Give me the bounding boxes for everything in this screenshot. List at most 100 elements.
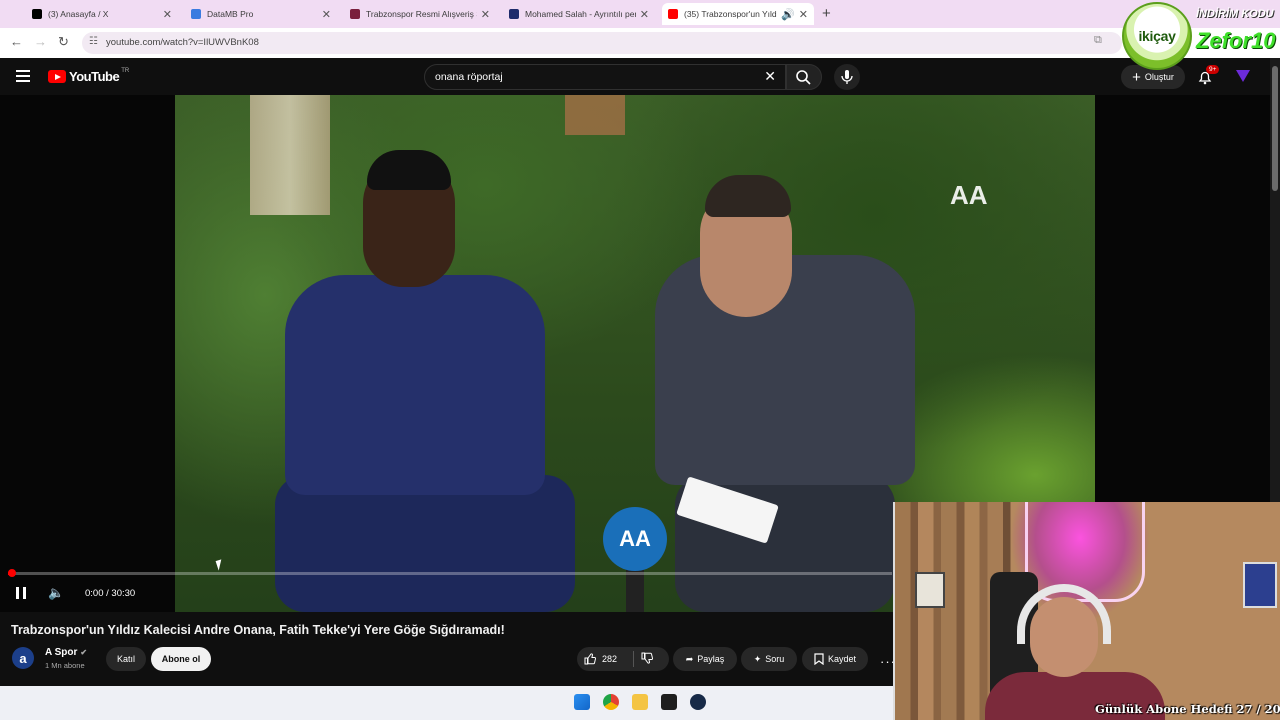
wall-frame [915,572,945,608]
trabzonspor-icon [350,9,360,19]
browser-tab-strip: (3) Anasayfa / X ✕ DataMB Pro ✕ Trabzons… [0,0,1280,28]
search-query: onana röportaj [435,71,503,83]
aa-microphone-logo: AA [603,507,667,571]
audio-icon[interactable]: 🔊 [781,8,795,21]
volume-icon[interactable]: 🔈 [48,585,64,601]
forward-icon[interactable]: → [34,34,47,49]
discount-code: Zefor10 [1196,28,1276,53]
join-button[interactable]: Katıl [106,647,146,671]
youtube-logo[interactable]: YouTube TR [48,67,130,84]
url-text: youtube.com/watch?v=IlUWVBnK08 [106,37,259,48]
bookmark-icon [814,653,824,665]
like-divider [633,651,634,667]
browser-tab[interactable]: (3) Anasayfa / X ✕ [26,3,178,25]
close-tab-icon[interactable]: ✕ [640,8,649,21]
ask-label: Soru [765,654,785,664]
app-icon[interactable] [661,694,677,710]
voice-search-button[interactable] [834,64,860,90]
subscriber-count: 1 Mn abone [45,661,85,670]
share-button[interactable]: ➦ Paylaş [673,647,737,671]
close-tab-icon[interactable]: ✕ [481,8,490,21]
page-scrollbar[interactable] [1270,58,1280,502]
tab-title: (3) Anasayfa / X [48,9,109,19]
youtube-play-icon [48,70,66,83]
close-tab-icon[interactable]: ✕ [799,8,808,21]
sparkle-icon: ✦ [753,653,762,664]
address-bar[interactable]: ☷ youtube.com/watch?v=IlUWVBnK08 [82,32,1122,54]
microphone-icon [841,70,853,84]
datamb-icon [191,9,201,19]
like-button[interactable]: 282 [577,647,669,671]
menu-icon[interactable] [16,70,30,85]
pause-icon-bar [16,587,19,599]
region-code: TR [121,67,130,74]
ask-button[interactable]: ✦ Soru [741,647,797,671]
goalkeeper-hair [367,150,451,190]
pause-button[interactable] [15,587,27,599]
browser-tab-active[interactable]: (35) Trabzonspor'un Yıldız K 🔊 ✕ [662,3,814,25]
close-tab-icon[interactable]: ✕ [322,8,331,21]
pause-icon-bar [23,587,26,599]
save-label: Kaydet [827,654,857,664]
tab-title: Trabzonspor Resmi Alışveriş Siti [366,9,477,19]
channel-name-text: A Spor [45,647,78,658]
channel-name[interactable]: A Spor ✔ [45,647,87,658]
youtube-icon [668,9,678,19]
site-info-icon[interactable]: ☷ [89,36,98,47]
player-left-pad [0,95,175,612]
sponsor-overlay: ikiçay İNDİRİM KODU Zefor10 [1118,0,1280,72]
subscriber-goal: Günlük Abone Hedefi 27 / 20 [1095,702,1280,716]
coach-hair [705,175,791,217]
player-legs [275,475,575,612]
like-count: 282 [602,654,618,664]
tab-title: DataMB Pro [207,9,254,19]
subscribe-button[interactable]: Abone ol [151,647,211,671]
tab-title: Mohamed Salah - Ayrıntılı perfo [525,9,636,19]
save-button[interactable]: Kaydet [802,647,868,671]
goalkeeper-figure [285,275,545,495]
steam-icon[interactable] [690,694,706,710]
player-right-pad [1095,95,1270,502]
back-icon[interactable]: ← [10,34,23,49]
thumbs-down-icon[interactable] [641,652,653,664]
youtube-header: YouTube TR onana röportaj ✕ + Oluştur 9+ [0,58,1270,95]
share-label: Paylaş [697,654,725,664]
verified-icon: ✔ [80,648,88,657]
aa-watermark: AA [950,180,988,210]
ikicay-text: ikiçay [1138,28,1176,44]
new-tab-button[interactable]: + [822,5,831,22]
create-label: Oluştur [1144,72,1174,82]
close-tab-icon[interactable]: ✕ [163,8,172,21]
windows-start-icon[interactable] [574,694,590,710]
search-icon [796,70,811,85]
clear-search-icon[interactable]: ✕ [764,68,776,85]
tab-title: (35) Trabzonspor'un Yıldız K [684,9,777,19]
file-explorer-icon[interactable] [632,694,648,710]
window-background [250,95,330,215]
reload-icon[interactable]: ↻ [58,34,69,50]
discount-code-label: İNDİRİM KODU [1196,8,1274,20]
search-input[interactable]: onana röportaj ✕ [424,64,786,90]
video-title: Trabzonspor'un Yıldız Kalecisi Andre Ona… [11,623,505,637]
install-app-icon[interactable]: ⧉ [1094,34,1102,47]
webcam-overlay: Günlük Abone Hedefi 27 / 20 [893,502,1280,720]
ikicay-logo: ikiçay [1122,2,1192,70]
jersey-frame [1243,562,1277,608]
channel-avatar[interactable]: a [12,647,34,669]
time-display: 0:00 / 30:30 [85,588,136,599]
browser-tab[interactable]: Mohamed Salah - Ayrıntılı perfo ✕ [503,3,655,25]
progress-bar[interactable] [8,569,892,577]
browser-tab[interactable]: DataMB Pro ✕ [185,3,337,25]
brick-wall [565,95,625,135]
browser-tab[interactable]: Trabzonspor Resmi Alışveriş Siti ✕ [344,3,496,25]
address-bar-row: ← → ↻ ☷ youtube.com/watch?v=IlUWVBnK08 [0,28,1280,58]
youtube-wordmark: YouTube [69,69,120,84]
x-logo-icon [32,9,42,19]
neon-sign [1025,502,1145,602]
thumbs-up-icon [584,653,596,665]
scrubber-handle[interactable] [8,569,16,577]
share-icon: ➦ [685,653,694,664]
search-button[interactable] [786,64,822,90]
scrollbar-thumb[interactable] [1272,66,1278,191]
chrome-icon[interactable] [603,694,619,710]
